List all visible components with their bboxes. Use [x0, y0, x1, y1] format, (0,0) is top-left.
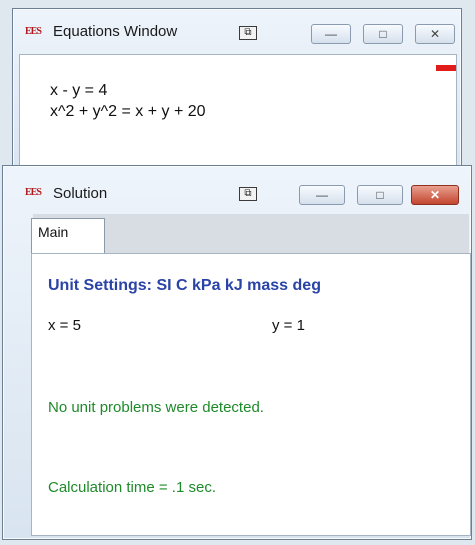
ees-app-icon: EES [25, 26, 42, 37]
error-marker [436, 65, 456, 71]
unit-check-message: No unit problems were detected. [48, 399, 264, 416]
solution-minimize-button[interactable]: — [299, 185, 345, 205]
result-x: x = 5 [48, 317, 81, 334]
equation-line[interactable]: x - y = 4 [50, 82, 107, 100]
ees-app-icon: EES [25, 187, 42, 198]
equations-window: EES Equations Window — □ ✕ x - y = 4 x^2… [12, 8, 462, 183]
tab-main[interactable]: Main [31, 218, 105, 254]
equations-close-button[interactable]: ✕ [415, 24, 455, 44]
solution-titlebar[interactable]: EES Solution — □ ✕ [3, 166, 471, 206]
equations-editor[interactable]: x - y = 4 x^2 + y^2 = x + y + 20 [19, 54, 457, 178]
equation-line[interactable]: x^2 + y^2 = x + y + 20 [50, 103, 206, 121]
result-y: y = 1 [272, 317, 305, 334]
equations-minimize-button[interactable]: — [311, 24, 351, 44]
solution-tile-icon[interactable] [239, 187, 257, 201]
equations-window-title: Equations Window [53, 23, 178, 40]
equations-titlebar[interactable]: EES Equations Window — □ ✕ [13, 9, 461, 49]
calculation-time-message: Calculation time = .1 sec. [48, 479, 216, 496]
unit-settings-text: Unit Settings: SI C kPa kJ mass deg [48, 277, 321, 294]
solution-window-title: Solution [53, 185, 108, 202]
solution-close-button[interactable]: ✕ [411, 185, 459, 205]
solution-window: EES Solution — □ ✕ Main Unit Settings: S… [2, 165, 472, 540]
solution-maximize-button[interactable]: □ [357, 185, 403, 205]
solution-content: Unit Settings: SI C kPa kJ mass deg x = … [31, 253, 471, 536]
equations-tile-icon[interactable] [239, 26, 257, 40]
equations-maximize-button[interactable]: □ [363, 24, 403, 44]
